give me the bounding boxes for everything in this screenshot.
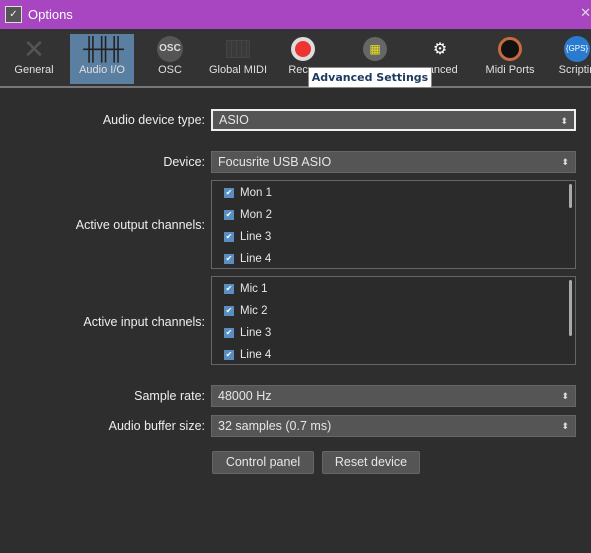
device-label: Device:: [163, 155, 205, 169]
channel-item[interactable]: ✔ Line 4: [212, 248, 575, 270]
checkbox-checked-icon[interactable]: ✔: [224, 350, 234, 360]
wrench-screwdriver-icon: ✕: [23, 33, 45, 64]
tab-toolbar: ✕ General ╫╫╫ Audio I/O OSC OSC Global MIDI…: [0, 29, 591, 88]
reset-device-button[interactable]: Reset device: [322, 451, 420, 474]
osc-icon: OSC: [145, 34, 195, 64]
output-channels-list: ✔ Mon 1 ✔ Mon 2 ✔ Line 3 ✔ Line 4: [211, 180, 576, 269]
select-value: 48000 Hz: [218, 389, 272, 403]
updown-arrow-icon: ⬍: [560, 116, 568, 126]
tab-midi-ports[interactable]: Midi Ports: [480, 34, 540, 84]
tab-label: Scriptin: [558, 64, 591, 76]
tab-audio-io[interactable]: ╫╫╫ Audio I/O: [70, 34, 134, 84]
channel-item[interactable]: ✔ Mic 2: [212, 300, 575, 322]
channel-label: Mon 1: [240, 187, 272, 199]
checkbox-checked-icon[interactable]: ✔: [224, 188, 234, 198]
sample-rate-label: Sample rate:: [134, 389, 205, 403]
tab-label: Global MIDI: [208, 64, 268, 76]
tab-osc[interactable]: OSC OSC: [145, 34, 195, 84]
channel-item[interactable]: ✔ Line 3: [212, 322, 575, 344]
channel-label: Line 3: [240, 231, 272, 243]
window-title: Options: [28, 7, 73, 22]
device-select[interactable]: Focusrite USB ASIO ⬍: [211, 151, 576, 173]
channel-label: Line 4: [240, 253, 272, 265]
channel-item[interactable]: ✔ Line 3: [212, 226, 575, 248]
channel-label: Line 4: [240, 349, 272, 361]
shield-gear-icon: ⚙: [432, 41, 448, 58]
checkbox-checked-icon[interactable]: ✔: [224, 328, 234, 338]
outputs-label: Active output channels:: [75, 218, 205, 232]
scrollbar[interactable]: [569, 184, 572, 208]
buffer-size-label: Audio buffer size:: [108, 419, 205, 433]
control-panel-button[interactable]: Control panel: [212, 451, 314, 474]
checkbox-checked-icon[interactable]: ✔: [224, 254, 234, 264]
scrollbar[interactable]: [569, 280, 572, 336]
midi-port-icon: [480, 34, 540, 64]
record-icon: [278, 34, 328, 64]
channel-item[interactable]: ✔ Mic 1: [212, 278, 575, 300]
select-value: Focusrite USB ASIO: [218, 155, 332, 169]
title-bar: ✓ Options ✕: [0, 0, 591, 29]
channel-item[interactable]: ✔ Line 4: [212, 344, 575, 366]
close-button[interactable]: ✕: [580, 6, 591, 21]
tab-global-midi[interactable]: Global MIDI: [205, 34, 271, 84]
tab-label: Audio I/O: [79, 64, 125, 76]
piano-keys-icon: [205, 34, 271, 64]
inputs-label: Active input channels:: [83, 315, 205, 329]
app-icon: ✓: [5, 6, 22, 23]
buffer-size-select[interactable]: 32 samples (0.7 ms) ⬍: [211, 415, 576, 437]
tab-label: General: [14, 64, 54, 76]
device-type-select[interactable]: ASIO ⬍: [211, 109, 576, 131]
device-type-label: Audio device type:: [102, 113, 205, 127]
channel-item[interactable]: ✔ Mon 2: [212, 204, 575, 226]
tab-general[interactable]: ✕ General: [4, 34, 64, 84]
gps-icon: {GPS}: [552, 34, 591, 64]
select-value: ASIO: [219, 113, 249, 127]
tab-scripting[interactable]: {GPS}Scriptin: [552, 34, 591, 84]
tab-label: OSC: [158, 64, 182, 76]
input-channels-list: ✔ Mic 1 ✔ Mic 2 ✔ Line 3 ✔ Line 4: [211, 276, 576, 365]
checkbox-checked-icon[interactable]: ✔: [224, 232, 234, 242]
tab-label: Midi Ports: [485, 64, 535, 76]
select-value: 32 samples (0.7 ms): [218, 419, 332, 433]
channel-label: Line 3: [240, 327, 272, 339]
channel-label: Mic 1: [240, 283, 268, 295]
checkbox-checked-icon[interactable]: ✔: [224, 284, 234, 294]
channel-label: Mic 2: [240, 305, 268, 317]
tooltip: Advanced Settings: [308, 67, 432, 88]
updown-arrow-icon: ⬍: [561, 157, 569, 167]
sample-rate-select[interactable]: 48000 Hz ⬍: [211, 385, 576, 407]
grid-icon: ▦: [350, 34, 400, 64]
checkbox-checked-icon[interactable]: ✔: [224, 306, 234, 316]
updown-arrow-icon: ⬍: [561, 391, 569, 401]
channel-item[interactable]: ✔ Mon 1: [212, 182, 575, 204]
updown-arrow-icon: ⬍: [561, 421, 569, 431]
checkbox-checked-icon[interactable]: ✔: [224, 210, 234, 220]
channel-label: Mon 2: [240, 209, 272, 221]
sliders-icon: ╫╫╫: [83, 36, 124, 61]
